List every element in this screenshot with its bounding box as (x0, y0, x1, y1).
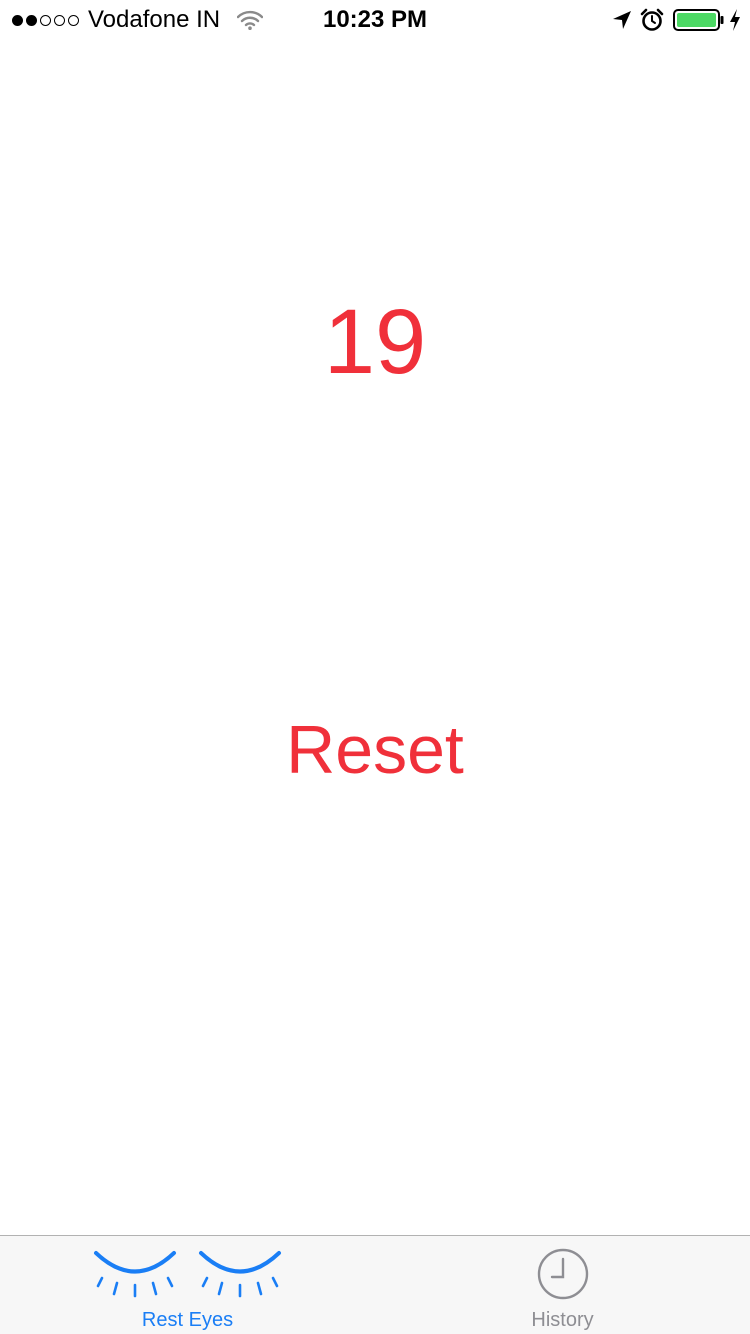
location-arrow-icon (613, 11, 631, 29)
tab-history[interactable]: History (375, 1236, 750, 1334)
clock-icon (537, 1248, 589, 1300)
battery-icon (673, 9, 724, 31)
countdown-timer: 19 (323, 291, 427, 393)
charging-bolt-icon (730, 9, 740, 31)
status-bar: Vodafone IN 10:23 PM (0, 0, 750, 40)
tab-history-label: History (531, 1309, 594, 1331)
app-screen: Vodafone IN 10:23 PM 19 Reset Rest Eyes … (0, 0, 750, 1334)
alarm-clock-icon (640, 8, 664, 31)
reset-button[interactable]: Reset (250, 710, 500, 790)
tab-bar: Rest Eyes History (0, 1235, 750, 1334)
tab-rest-eyes-label: Rest Eyes (141, 1309, 234, 1331)
status-time: 10:23 PM (322, 6, 428, 33)
closed-eyes-icon (94, 1251, 281, 1298)
tab-rest-eyes[interactable]: Rest Eyes (0, 1236, 375, 1334)
